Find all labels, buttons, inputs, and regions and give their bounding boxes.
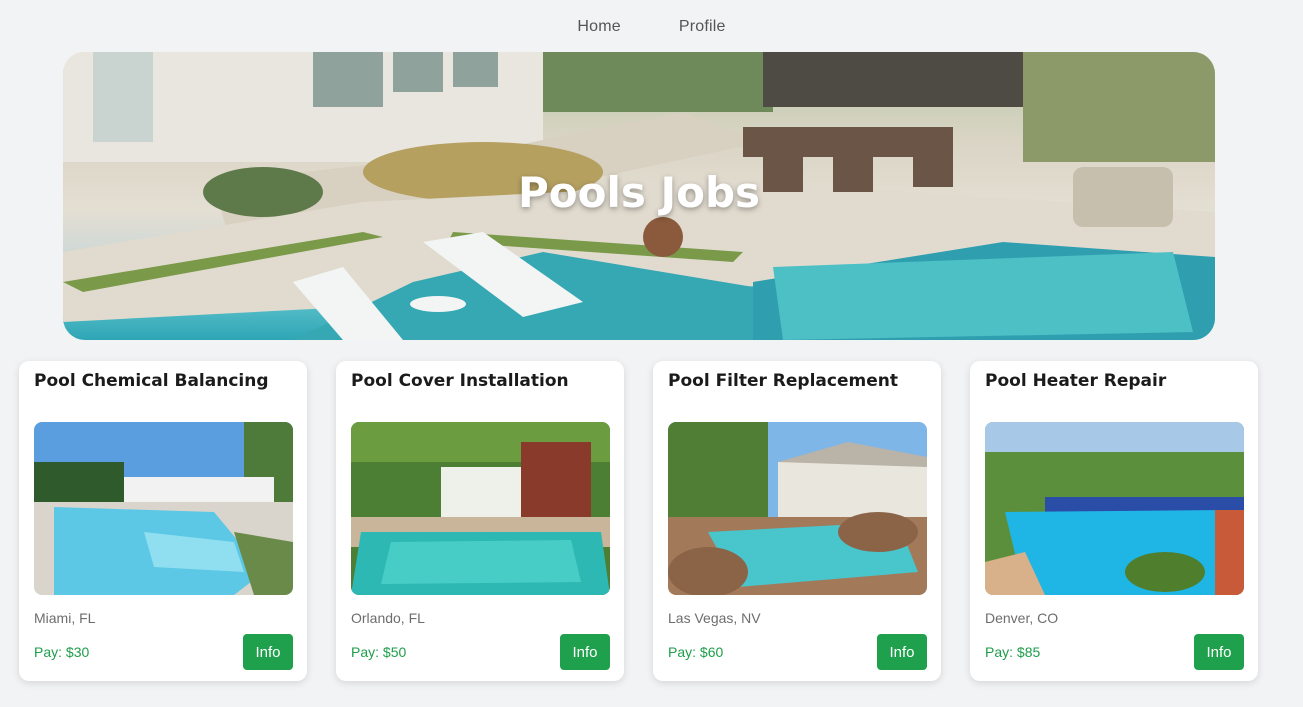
job-pay: Pay: $30 [34,644,90,660]
nav-home-link[interactable]: Home [577,18,620,36]
job-location: Orlando, FL [351,610,425,626]
info-button[interactable]: Info [243,634,293,670]
job-pay: Pay: $85 [985,644,1041,660]
job-title: Pool Chemical Balancing [34,371,269,391]
job-card: Pool Chemical Balancing Miami, FL Pay: $… [19,361,307,681]
job-pay: Pay: $60 [668,644,724,660]
job-title: Pool Heater Repair [985,371,1167,391]
job-card: Pool Filter Replacement Las Vegas, NV Pa… [653,361,941,681]
job-image [34,422,293,595]
job-title: Pool Filter Replacement [668,371,898,391]
job-title: Pool Cover Installation [351,371,569,391]
info-button[interactable]: Info [1194,634,1244,670]
top-nav: Home Profile [0,18,1303,36]
job-image [668,422,927,595]
hero-title: Pools Jobs [517,168,761,217]
job-card: Pool Cover Installation Orlando, FL Pay:… [336,361,624,681]
job-image [351,422,610,595]
info-button[interactable]: Info [560,634,610,670]
job-card: Pool Heater Repair Denver, CO Pay: $85 I… [970,361,1258,681]
job-pay: Pay: $50 [351,644,407,660]
job-location: Las Vegas, NV [668,610,761,626]
info-button[interactable]: Info [877,634,927,670]
job-image [985,422,1244,595]
job-location: Denver, CO [985,610,1059,626]
hero-banner: Pools Jobs [63,52,1215,340]
nav-profile-link[interactable]: Profile [679,18,726,36]
job-location: Miami, FL [34,610,96,626]
